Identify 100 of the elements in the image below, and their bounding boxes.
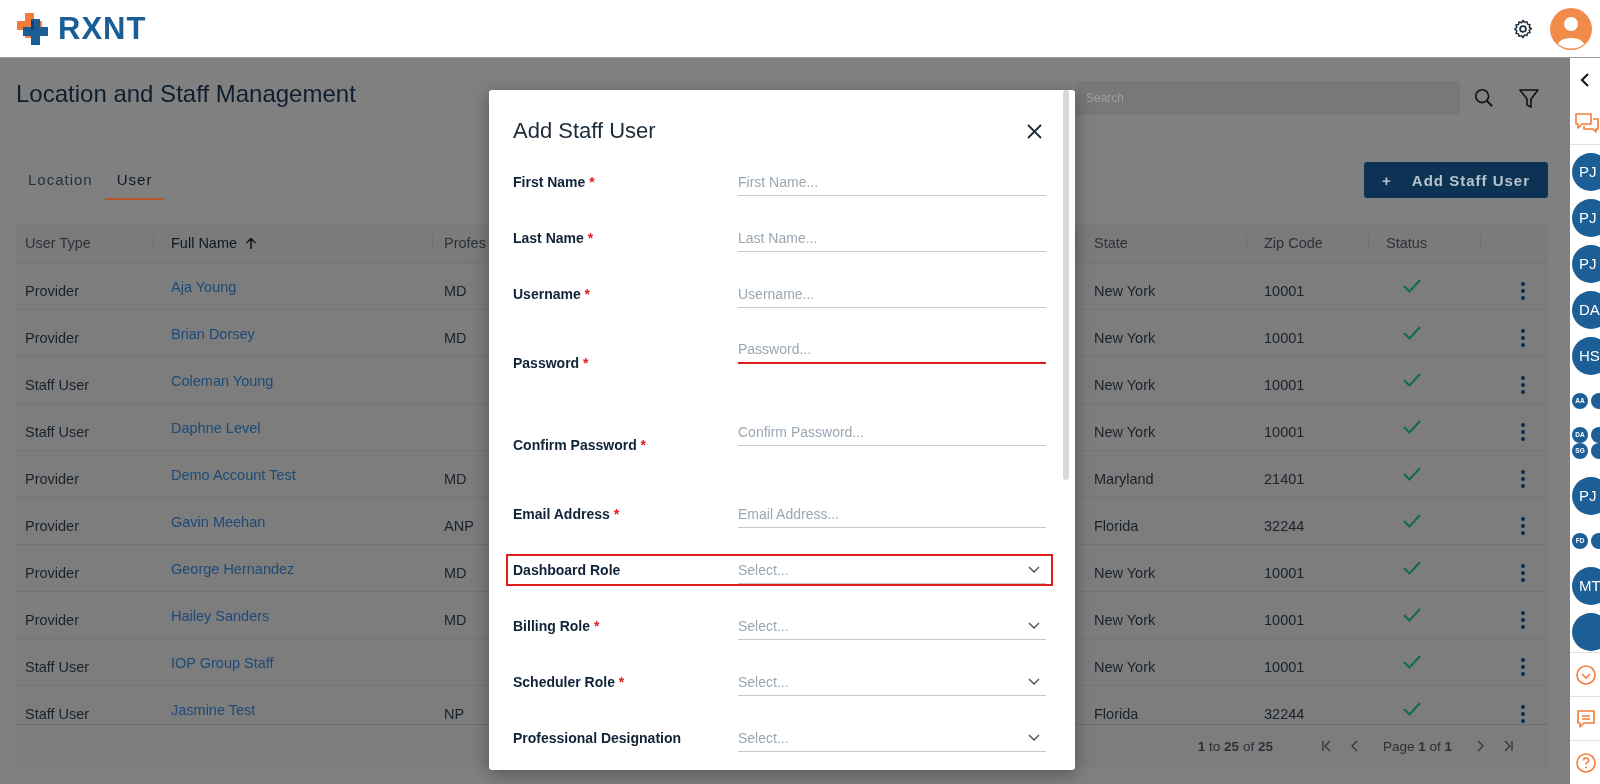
- dialog-title: Add Staff User: [513, 118, 656, 144]
- table-cell-text: New York: [1093, 330, 1157, 346]
- page-indicator: Page 1 of 1: [1382, 738, 1452, 754]
- avatar[interactable]: DA: [1572, 290, 1600, 329]
- select-field[interactable]: Select...: [738, 668, 1046, 696]
- field-label: Scheduler Role *: [513, 674, 626, 690]
- table-cell-text: 21401: [1263, 471, 1306, 487]
- chevron-down-icon: [1028, 565, 1040, 574]
- table-cell-text: Florida: [1093, 518, 1140, 534]
- field-label: Email Address *: [513, 506, 621, 522]
- table-cell-text: 10001: [1263, 659, 1306, 675]
- table-cell-text: Staff User: [24, 659, 91, 675]
- table-cell: MD: [444, 283, 467, 299]
- arrow-up-icon[interactable]: [245, 236, 258, 250]
- column-header[interactable]: State: [1094, 235, 1128, 251]
- table-cell-text: Provider: [24, 612, 80, 628]
- select-field[interactable]: Select...: [738, 556, 1046, 584]
- name-link[interactable]: George Hernandez: [171, 561, 295, 577]
- table-cell: MD: [444, 471, 467, 487]
- avatar[interactable]: [1572, 612, 1600, 651]
- column-header[interactable]: Full Name: [171, 235, 238, 251]
- table-cell: ANP: [444, 518, 474, 534]
- chevron-down-icon: [1028, 733, 1040, 742]
- column-header[interactable]: User Type: [25, 235, 91, 251]
- first-page-icon[interactable]: [1320, 740, 1333, 752]
- name-link[interactable]: Hailey Sanders: [171, 608, 270, 624]
- table-cell-text: New York: [1093, 565, 1157, 581]
- avatar[interactable]: MT: [1572, 566, 1600, 605]
- field-label: Confirm Password *: [513, 437, 648, 453]
- field-label: Username *: [513, 286, 592, 302]
- name-link[interactable]: Demo Account Test: [171, 467, 296, 483]
- column-header[interactable]: Zip Code: [1264, 235, 1323, 251]
- table-cell-text: Provider: [24, 518, 80, 534]
- table-cell-text: 10001: [1263, 424, 1306, 440]
- field-label: Password *: [513, 355, 590, 371]
- name-link[interactable]: Gavin Meehan: [171, 514, 266, 530]
- table-cell: MD: [444, 612, 467, 628]
- add-staff-user-button[interactable]: + Add Staff User: [1364, 162, 1548, 198]
- table-cell: MD: [444, 330, 467, 346]
- table-cell-text: Provider: [24, 330, 80, 346]
- table-cell-text: New York: [1093, 612, 1157, 628]
- scrollbar[interactable]: [1063, 90, 1069, 480]
- name-link[interactable]: Jasmine Test: [171, 702, 256, 718]
- chevron-down-icon: [1028, 677, 1040, 686]
- user-avatar-icon[interactable]: [1550, 7, 1592, 50]
- table-cell-text: 32244: [1263, 518, 1306, 534]
- table-cell-text: Staff User: [24, 706, 91, 722]
- chevron-down-icon: [1028, 621, 1040, 630]
- table-cell-text: 32244: [1263, 706, 1306, 722]
- name-link[interactable]: Daphne Level: [171, 420, 261, 436]
- table-cell: NP: [444, 706, 465, 722]
- table-cell-text: Staff User: [24, 377, 91, 393]
- name-link[interactable]: Brian Dorsey: [171, 326, 255, 342]
- field-label: Billing Role *: [513, 618, 601, 634]
- table-cell-text: Maryland: [1093, 471, 1155, 487]
- search-icon[interactable]: [1473, 87, 1495, 109]
- settings-icon[interactable]: [1512, 17, 1534, 40]
- record-range: 1 to 25 of 25: [1197, 738, 1273, 754]
- name-link[interactable]: Coleman Young: [171, 373, 274, 389]
- table-cell-text: New York: [1093, 283, 1157, 299]
- table-cell-text: 10001: [1263, 612, 1306, 628]
- avatar[interactable]: HS: [1572, 336, 1600, 375]
- chat-bubbles-icon[interactable]: [1574, 111, 1600, 134]
- filter-icon[interactable]: [1518, 87, 1540, 109]
- column-header[interactable]: Status: [1386, 235, 1428, 251]
- field-label: First Name *: [513, 174, 596, 190]
- page-title: Location and Staff Management: [16, 80, 356, 108]
- logo-text: RXNT: [58, 10, 147, 47]
- collapse-chevron-icon[interactable]: [1580, 72, 1589, 87]
- table-cell-text: 10001: [1263, 330, 1306, 346]
- table-cell-text: 10001: [1263, 377, 1306, 393]
- table-cell-text: Provider: [24, 565, 80, 581]
- field-label: Last Name *: [513, 230, 595, 246]
- message-icon[interactable]: [1575, 707, 1597, 730]
- tab[interactable]: Location: [16, 160, 105, 200]
- table-cell-text: New York: [1093, 424, 1157, 440]
- field-label: Professional Designation: [513, 730, 683, 746]
- table-cell-text: 10001: [1263, 565, 1306, 581]
- column-header[interactable]: Profes: [444, 235, 486, 251]
- table-cell-text: Florida: [1093, 706, 1140, 722]
- select-field[interactable]: Select...: [738, 612, 1046, 640]
- table-cell-text: Provider: [24, 471, 80, 487]
- check-circle-icon[interactable]: [1575, 663, 1597, 686]
- table-cell-text: 10001: [1263, 283, 1306, 299]
- tab[interactable]: User: [104, 160, 165, 200]
- table-cell: MD: [444, 565, 467, 581]
- table-cell-text: Provider: [24, 283, 80, 299]
- table-cell-text: New York: [1093, 659, 1157, 675]
- close-icon[interactable]: [1026, 123, 1042, 139]
- last-page-icon[interactable]: [1502, 740, 1514, 752]
- table-cell-text: Staff User: [24, 424, 91, 440]
- avatar[interactable]: PJ: [1572, 476, 1600, 515]
- avatar[interactable]: PJ: [1572, 198, 1600, 237]
- field-label: Dashboard Role: [513, 562, 622, 578]
- name-link[interactable]: Aja Young: [171, 279, 237, 295]
- avatar[interactable]: PJ: [1572, 244, 1600, 283]
- name-link[interactable]: IOP Group Staff: [171, 655, 274, 671]
- avatar[interactable]: PJ: [1572, 152, 1600, 191]
- select-field[interactable]: Select...: [738, 724, 1046, 752]
- help-icon[interactable]: [1575, 751, 1597, 774]
